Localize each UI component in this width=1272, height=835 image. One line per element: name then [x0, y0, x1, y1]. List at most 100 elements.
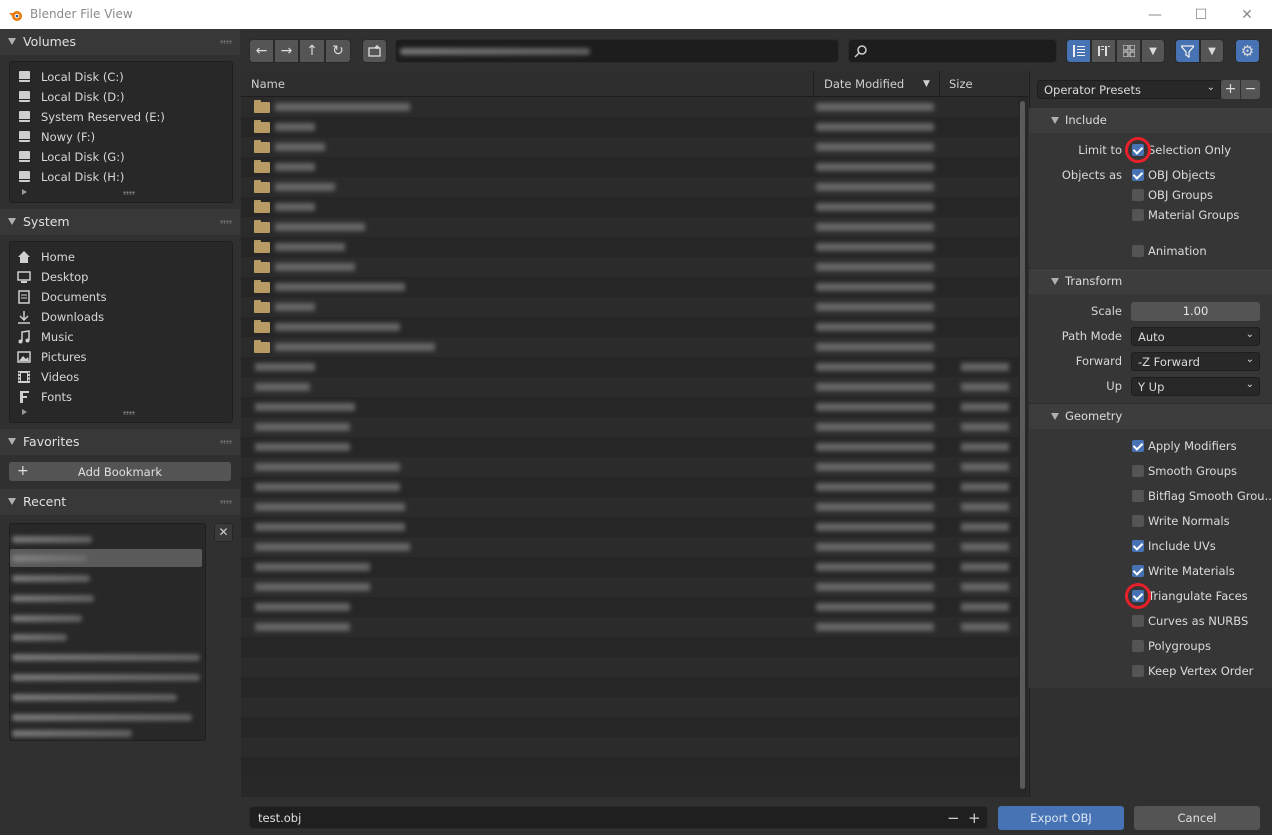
export-obj-button[interactable]: Export OBJ	[998, 806, 1124, 830]
up-axis-dropdown[interactable]: Y Up ⌄	[1131, 377, 1260, 396]
expand-triangle-icon[interactable]	[22, 189, 27, 195]
grip-icon[interactable]	[220, 440, 232, 444]
resize-handle[interactable]	[123, 411, 135, 415]
file-row[interactable]	[241, 737, 1018, 757]
geometry-section-header[interactable]: Geometry	[1029, 404, 1272, 429]
thumbnail-view-button[interactable]	[1116, 39, 1141, 63]
close-button[interactable]: ✕	[1224, 0, 1270, 29]
file-row[interactable]	[241, 557, 1018, 577]
forward-button[interactable]: →	[274, 39, 299, 63]
grip-icon[interactable]	[220, 40, 232, 44]
file-row[interactable]	[241, 97, 1018, 117]
system-item-fonts[interactable]: Fonts	[10, 387, 232, 407]
minimize-button[interactable]: —	[1132, 0, 1178, 29]
file-row[interactable]	[241, 337, 1018, 357]
maximize-button[interactable]: ☐	[1178, 0, 1224, 29]
file-row[interactable]	[241, 177, 1018, 197]
geometry-option-checkbox[interactable]	[1132, 665, 1144, 677]
filter-options-dropdown[interactable]: ▼	[1200, 39, 1224, 63]
recent-item[interactable]	[12, 674, 200, 681]
file-row[interactable]	[241, 217, 1018, 237]
file-row[interactable]	[241, 617, 1018, 637]
scale-field[interactable]: 1.00	[1131, 302, 1260, 321]
volume-item-h[interactable]: Local Disk (H:)	[10, 167, 232, 187]
add-bookmark-button[interactable]: + Add Bookmark	[9, 462, 231, 481]
refresh-button[interactable]: ↻	[325, 39, 351, 63]
recent-item[interactable]	[12, 575, 90, 582]
column-size[interactable]: Size	[949, 77, 973, 91]
remove-preset-button[interactable]: −	[1241, 80, 1260, 99]
recent-item[interactable]	[12, 694, 177, 701]
column-name[interactable]: Name	[251, 77, 285, 91]
filename-field[interactable]: test.obj − +	[249, 806, 988, 829]
recent-item[interactable]	[12, 536, 92, 543]
file-row[interactable]	[241, 577, 1018, 597]
operator-presets-dropdown[interactable]: Operator Presets ⌄	[1037, 80, 1221, 99]
path-mode-dropdown[interactable]: Auto ⌄	[1131, 327, 1260, 346]
geometry-option-checkbox[interactable]	[1132, 540, 1144, 552]
volumes-header[interactable]: Volumes	[0, 29, 240, 55]
system-item-desktop[interactable]: Desktop	[10, 267, 232, 287]
parent-directory-button[interactable]: ↑	[299, 39, 325, 63]
clear-recent-button[interactable]: ✕	[214, 523, 233, 542]
file-row[interactable]	[241, 757, 1018, 777]
file-row[interactable]	[241, 517, 1018, 537]
volume-item-e[interactable]: System Reserved (E:)	[10, 107, 232, 127]
directory-path-field[interactable]	[395, 39, 839, 63]
system-item-documents[interactable]: Documents	[10, 287, 232, 307]
file-row[interactable]	[241, 197, 1018, 217]
recent-item[interactable]	[12, 555, 87, 562]
obj-groups-checkbox[interactable]	[1132, 189, 1144, 201]
volume-item-d[interactable]: Local Disk (D:)	[10, 87, 232, 107]
horizontal-list-view-button[interactable]	[1091, 39, 1116, 63]
forward-axis-dropdown[interactable]: -Z Forward ⌄	[1131, 352, 1260, 371]
file-row[interactable]	[241, 257, 1018, 277]
grip-icon[interactable]	[220, 500, 232, 504]
file-row[interactable]	[241, 297, 1018, 317]
obj-objects-checkbox[interactable]	[1132, 169, 1144, 181]
column-date-modified[interactable]: Date Modified	[824, 77, 904, 91]
file-row[interactable]	[241, 157, 1018, 177]
file-row[interactable]	[241, 717, 1018, 737]
file-row[interactable]	[241, 237, 1018, 257]
file-row[interactable]	[241, 457, 1018, 477]
include-section-header[interactable]: Include	[1029, 108, 1272, 133]
filter-toggle-button[interactable]	[1175, 39, 1200, 63]
vertical-scrollbar[interactable]	[1020, 101, 1025, 789]
file-row[interactable]	[241, 377, 1018, 397]
search-input[interactable]	[848, 39, 1057, 63]
column-divider[interactable]	[939, 71, 940, 96]
animation-checkbox[interactable]	[1132, 245, 1144, 257]
file-row[interactable]	[241, 537, 1018, 557]
file-row[interactable]	[241, 637, 1018, 657]
grip-icon[interactable]	[220, 220, 232, 224]
system-item-music[interactable]: Music	[10, 327, 232, 347]
geometry-option-checkbox[interactable]	[1132, 565, 1144, 577]
increment-filename-button[interactable]: +	[968, 809, 981, 827]
file-row[interactable]	[241, 697, 1018, 717]
favorites-header[interactable]: Favorites	[0, 429, 240, 455]
file-row[interactable]	[241, 317, 1018, 337]
expand-triangle-icon[interactable]	[22, 409, 27, 415]
resize-handle[interactable]	[123, 191, 135, 195]
transform-section-header[interactable]: Transform	[1029, 269, 1272, 294]
add-preset-button[interactable]: +	[1221, 80, 1240, 99]
file-row[interactable]	[241, 277, 1018, 297]
system-item-home[interactable]: Home	[10, 247, 232, 267]
decrement-filename-button[interactable]: −	[947, 809, 960, 827]
file-row[interactable]	[241, 117, 1018, 137]
file-row[interactable]	[241, 357, 1018, 377]
file-row[interactable]	[241, 417, 1018, 437]
geometry-option-checkbox[interactable]	[1132, 640, 1144, 652]
system-item-videos[interactable]: Videos	[10, 367, 232, 387]
recent-item[interactable]	[12, 654, 200, 661]
recent-item[interactable]	[12, 714, 192, 721]
recent-item[interactable]	[12, 595, 94, 602]
volume-item-c[interactable]: Local Disk (C:)	[10, 67, 232, 87]
file-row[interactable]	[241, 677, 1018, 697]
display-options-dropdown[interactable]: ▼	[1141, 39, 1165, 63]
recent-item[interactable]	[12, 730, 132, 737]
recent-item[interactable]	[12, 615, 82, 622]
back-button[interactable]: ←	[249, 39, 274, 63]
geometry-option-checkbox[interactable]	[1132, 440, 1144, 452]
